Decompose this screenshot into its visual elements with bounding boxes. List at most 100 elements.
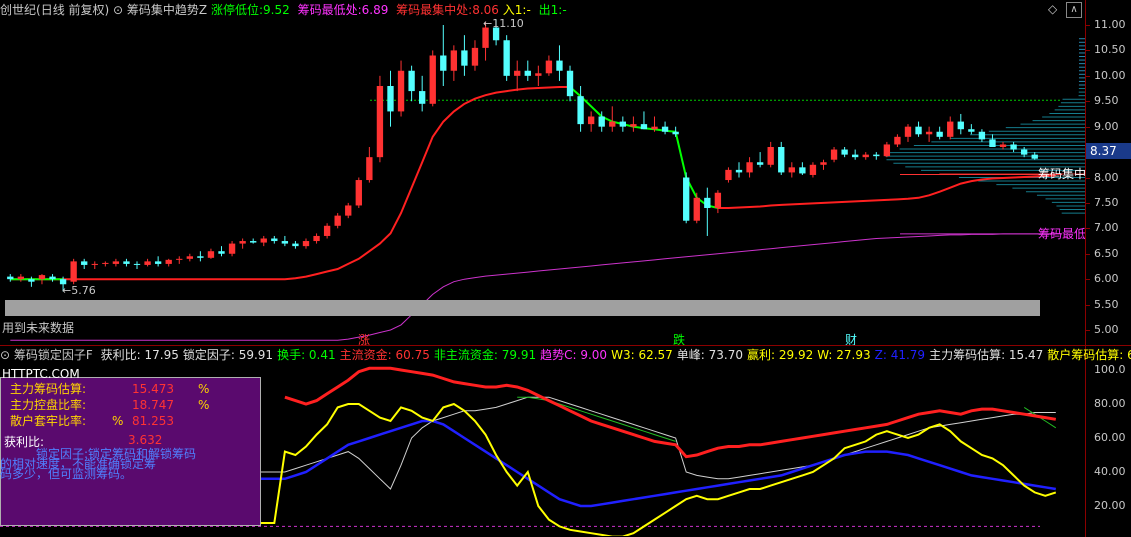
candle-down — [503, 40, 510, 76]
info-row-value: 15.473 — [132, 382, 174, 396]
price-tick-mark — [1085, 279, 1090, 281]
indicator-item-label: 趋势C: — [540, 348, 577, 362]
indicator-name[interactable]: 筹码集中趋势Z — [127, 3, 207, 17]
price-tick-mark — [1085, 253, 1090, 255]
green-indicator-line — [517, 396, 676, 442]
info-row-unit: % — [198, 382, 210, 396]
diamond-icon[interactable]: ◇ — [1048, 2, 1057, 16]
price-tick-label: 10.50 — [1094, 43, 1126, 57]
candle-down — [566, 70, 574, 97]
indicator-item-label: 主流资金: — [339, 348, 392, 362]
out-label: 出1: — [538, 3, 563, 17]
price-tick-label: 7.00 — [1094, 221, 1119, 235]
chip-distribution — [885, 38, 1085, 214]
candle-up — [693, 197, 700, 221]
indicator-item-label: 散户筹码估算: — [1047, 348, 1124, 362]
candle-up — [429, 55, 436, 104]
candle-up — [207, 251, 215, 258]
info-panel-url[interactable]: HTTPTC.COM — [2, 367, 80, 381]
main-header: 创世纪(日线 前复权) ⊙ 筹码集中趋势Z 涨停低位:9.52 筹码最低处:6.… — [0, 2, 1131, 18]
candle-down — [661, 126, 669, 132]
indicator-menu-icon[interactable]: ⊙ — [113, 3, 123, 17]
price-tick-label: 11.00 — [1094, 18, 1126, 31]
candle-up — [587, 116, 595, 125]
price-tick-label: 7.50 — [1094, 195, 1119, 209]
candle-up — [102, 262, 109, 264]
indicator-item-label: 锁定因子: — [182, 348, 235, 362]
indicator-tick-label: 80.00 — [1094, 397, 1126, 410]
price-chart[interactable] — [0, 18, 1090, 343]
info-row-value: 18.747 — [132, 398, 174, 412]
price-tick-mark — [1085, 330, 1090, 331]
indicator-item-label: W3: — [611, 348, 635, 362]
indicator-menu-icon-2[interactable]: ⊙ — [0, 348, 10, 362]
red-indicator-line — [284, 366, 1057, 459]
candle-down — [123, 261, 130, 264]
candle-up — [830, 149, 838, 160]
candle-up — [323, 225, 331, 236]
candle-up — [70, 261, 77, 282]
indicator-item-label: 单峰: — [676, 348, 705, 362]
price-tick-label: 6.00 — [1094, 272, 1119, 286]
chip-focus-tag: 筹码集中 — [1038, 167, 1085, 181]
price-tick-mark — [1085, 228, 1090, 230]
candle-down — [778, 147, 785, 173]
candle-up — [186, 256, 193, 259]
low-value: 6.89 — [361, 3, 389, 17]
candle-down — [1020, 149, 1028, 155]
candle-up — [809, 164, 817, 175]
indicator-tick-label: 20.00 — [1094, 499, 1126, 512]
price-tick-mark — [1085, 101, 1090, 103]
low-price-value: 5.76 — [71, 284, 96, 297]
candle-up — [355, 180, 362, 206]
candle-down — [49, 276, 56, 280]
candle-down — [133, 263, 141, 265]
candle-up — [144, 261, 151, 265]
candle-up — [609, 121, 616, 127]
candle-down — [683, 177, 690, 221]
price-tick-label: 10.00 — [1094, 68, 1126, 82]
avg-cost-line — [10, 86, 570, 281]
price-tick-mark — [1085, 25, 1090, 26]
indicator-item-value: 59.91 — [234, 348, 274, 362]
price-tick-label: 9.00 — [1094, 119, 1119, 133]
candle-down — [619, 121, 626, 127]
price-tick-mark — [1085, 177, 1090, 179]
indicator-header: ⊙ 筹码锁定因子F 获利比: 17.95 锁定因子: 59.91 换手: 0.41 主… — [0, 347, 1131, 363]
candle-down — [556, 60, 563, 71]
candle-up — [514, 70, 521, 76]
low-label: 筹码最低处: — [297, 3, 362, 17]
candle-down — [936, 131, 943, 137]
indicator-item-value: 17.95 — [140, 348, 179, 362]
indicator-panel-name[interactable]: 筹码锁定因子F — [14, 348, 93, 362]
candle-up — [725, 169, 732, 181]
price-tick-label: 9.50 — [1094, 94, 1119, 108]
candle-down — [598, 116, 605, 127]
avg-cost-line — [717, 174, 1056, 209]
candle-up — [883, 144, 891, 157]
indicator-item-value: 60.75 — [391, 348, 430, 362]
candle-down — [419, 91, 426, 104]
stop-value: 9.52 — [263, 3, 290, 17]
candle-up — [862, 154, 869, 158]
indicator-item-value: 6 — [1127, 348, 1131, 362]
candle-up — [904, 126, 912, 137]
info-row-value: 81.253 — [132, 414, 174, 428]
candle-up — [482, 27, 489, 48]
info-row-label: 主力筹码估算: — [10, 382, 87, 396]
high-price-label: ←11.10 — [483, 17, 524, 30]
candle-up — [894, 136, 901, 145]
candle-down — [915, 126, 922, 135]
indicator-item-value: 29.92 — [775, 348, 814, 362]
price-tick-mark — [1085, 202, 1090, 204]
candle-down — [250, 241, 257, 243]
candle-down — [408, 70, 415, 92]
candle-up — [630, 124, 637, 127]
indicator-item-value: 9.00 — [576, 348, 608, 362]
indicator-item-label: W: — [817, 348, 833, 362]
candle-up — [788, 167, 795, 173]
future-data-bar — [5, 300, 1040, 316]
candle-down — [218, 251, 225, 254]
magenta-line — [10, 233, 1056, 341]
collapse-icon[interactable]: ∧ — [1066, 2, 1082, 18]
